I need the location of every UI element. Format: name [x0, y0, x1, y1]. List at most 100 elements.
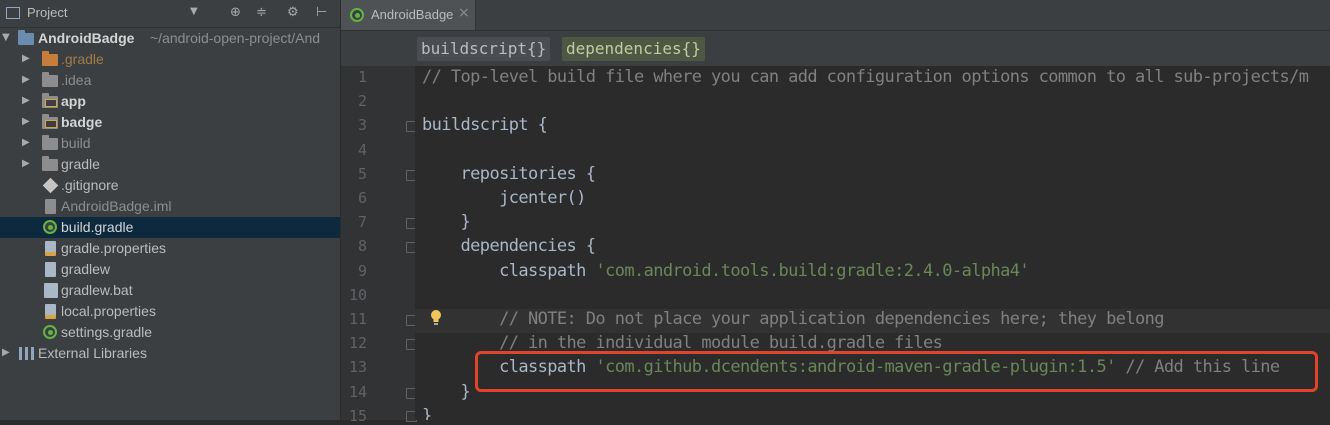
- expand-arrow-icon[interactable]: ▶: [22, 158, 30, 169]
- tree-item-build[interactable]: ▶ build: [0, 133, 340, 154]
- project-view-icon[interactable]: [6, 7, 20, 19]
- tree-item-label: External Libraries: [38, 345, 147, 361]
- tree-item-label: settings.gradle: [61, 324, 153, 340]
- line-number-gutter: 1 2 3 4 5 6 7 8 9 10 11 12 13 14 15: [341, 66, 416, 425]
- tree-item-badge[interactable]: ▶ badge: [0, 112, 340, 133]
- tree-item-label: gradlew.bat: [61, 282, 133, 298]
- breadcrumb-dependencies[interactable]: dependencies{}: [562, 37, 705, 61]
- line-number: 13: [348, 358, 367, 376]
- line-number: 6: [357, 189, 367, 207]
- tree-item-label: badge: [61, 114, 103, 130]
- gradle-file-icon: [350, 8, 364, 22]
- code-line-1: // Top-level build file where you can ad…: [422, 67, 1309, 87]
- editor-tab-bar: AndroidBadge ×: [341, 0, 1330, 31]
- annotation-highlight-box: [475, 351, 1318, 392]
- project-folder-icon: [18, 30, 34, 45]
- line-number: 9: [357, 262, 367, 280]
- code-line-14: }: [422, 382, 471, 402]
- line-number: 14: [348, 383, 367, 401]
- tree-item-gradle-dir[interactable]: ▶ .gradle: [0, 49, 340, 70]
- breadcrumb: buildscript{} dependencies{}: [341, 31, 1330, 66]
- line-number: 11: [348, 310, 367, 328]
- line-number: 5: [357, 165, 367, 183]
- line-number: 1: [357, 68, 367, 86]
- folder-icon: [42, 51, 58, 66]
- expand-arrow-icon[interactable]: ▶: [22, 116, 30, 127]
- bat-file-icon: [44, 283, 58, 298]
- collapse-all-icon[interactable]: ≑: [256, 5, 267, 20]
- properties-file-icon: [45, 241, 56, 256]
- tree-item-label: AndroidBadge.iml: [61, 198, 172, 214]
- expand-arrow-icon[interactable]: ▼: [2, 32, 10, 43]
- breadcrumb-buildscript[interactable]: buildscript{}: [417, 37, 551, 61]
- hide-panel-icon[interactable]: ⊢: [316, 5, 327, 20]
- tree-item-label: gradlew: [61, 261, 111, 277]
- code-line-12: // in the individual module build.gradle…: [422, 333, 943, 353]
- text-file-icon: [45, 262, 56, 277]
- line-number: 12: [348, 334, 367, 352]
- code-keyword: classpath: [422, 261, 596, 281]
- tree-item-settings-gradle[interactable]: settings.gradle: [0, 322, 340, 343]
- line-number: 10: [348, 286, 367, 304]
- tree-item-label: local.properties: [61, 303, 156, 319]
- code-line-9: classpath 'com.android.tools.build:gradl…: [422, 261, 1030, 281]
- code-line-11: // NOTE: Do not place your application d…: [422, 309, 1164, 329]
- line-number: 4: [357, 141, 367, 159]
- tree-item-gradle-properties[interactable]: gradle.properties: [0, 238, 340, 259]
- tree-item-idea[interactable]: ▶ .idea: [0, 70, 340, 91]
- folder-icon: [42, 72, 58, 87]
- project-panel-header: Project ▼ ⊕ ≑ ⚙ ⊢: [0, 0, 340, 28]
- gradle-file-icon: [43, 220, 57, 234]
- tree-item-gradle[interactable]: ▶ gradle: [0, 154, 340, 175]
- iml-file-icon: [45, 199, 56, 214]
- tree-item-label: app: [61, 93, 86, 109]
- tree-item-build-gradle[interactable]: build.gradle: [0, 217, 340, 238]
- tree-item-app[interactable]: ▶ app: [0, 91, 340, 112]
- close-icon[interactable]: ×: [458, 5, 470, 21]
- tree-item-label: .gitignore: [61, 177, 119, 193]
- expand-arrow-icon[interactable]: ▶: [22, 74, 30, 85]
- code-line-6: jcenter(): [422, 188, 586, 208]
- code-line-15: }: [422, 406, 432, 420]
- expand-arrow-icon[interactable]: ▶: [2, 347, 10, 358]
- tree-item-label: .gradle: [61, 51, 104, 67]
- library-icon: [19, 347, 34, 360]
- gear-icon[interactable]: ⚙: [287, 5, 299, 20]
- properties-file-icon: [45, 304, 56, 319]
- folder-icon: [42, 135, 58, 150]
- tree-item-external-libraries[interactable]: ▶ External Libraries: [0, 343, 340, 364]
- tree-item-iml[interactable]: AndroidBadge.iml: [0, 196, 340, 217]
- tree-item-label: build.gradle: [61, 219, 134, 235]
- line-number: 2: [357, 92, 367, 110]
- tree-root-androidbadge[interactable]: ▼ AndroidBadge ~/android-open-project/An…: [0, 28, 340, 49]
- expand-arrow-icon[interactable]: ▶: [22, 95, 30, 106]
- gradle-file-icon: [43, 325, 57, 339]
- expand-arrow-icon[interactable]: ▶: [22, 53, 30, 64]
- project-view-selector[interactable]: Project: [27, 5, 67, 20]
- code-line-8: dependencies {: [422, 236, 597, 256]
- tab-androidbadge[interactable]: AndroidBadge ×: [341, 0, 476, 30]
- tree-item-gitignore[interactable]: .gitignore: [0, 175, 340, 196]
- expand-arrow-icon[interactable]: ▶: [22, 137, 30, 148]
- code-line-3: buildscript {: [422, 115, 548, 135]
- module-folder-icon: [42, 114, 58, 129]
- tree-item-label: gradle.properties: [61, 240, 167, 256]
- git-file-icon: [42, 177, 59, 194]
- tree-item-gradlew-bat[interactable]: gradlew.bat: [0, 280, 340, 301]
- tree-item-label: .idea: [61, 72, 92, 88]
- tree-item-gradlew[interactable]: gradlew: [0, 259, 340, 280]
- tree-item-label: gradle: [61, 156, 100, 172]
- chevron-down-icon[interactable]: ▼: [190, 6, 198, 17]
- code-line-7: }: [422, 212, 471, 232]
- lightbulb-icon[interactable]: [429, 309, 443, 326]
- code-string: 'com.android.tools.build:gradle:2.4.0-al…: [595, 261, 1030, 281]
- tree-item-label: build: [61, 135, 91, 151]
- line-number: 15: [348, 407, 367, 425]
- line-number: 3: [357, 116, 367, 134]
- tree-root-path: ~/android-open-project/And: [150, 30, 321, 46]
- scroll-from-source-icon[interactable]: ⊕: [230, 5, 241, 20]
- line-number: 7: [357, 213, 367, 231]
- tree-item-local-properties[interactable]: local.properties: [0, 301, 340, 322]
- tree-root-label: AndroidBadge: [38, 30, 135, 46]
- folder-icon: [42, 156, 58, 171]
